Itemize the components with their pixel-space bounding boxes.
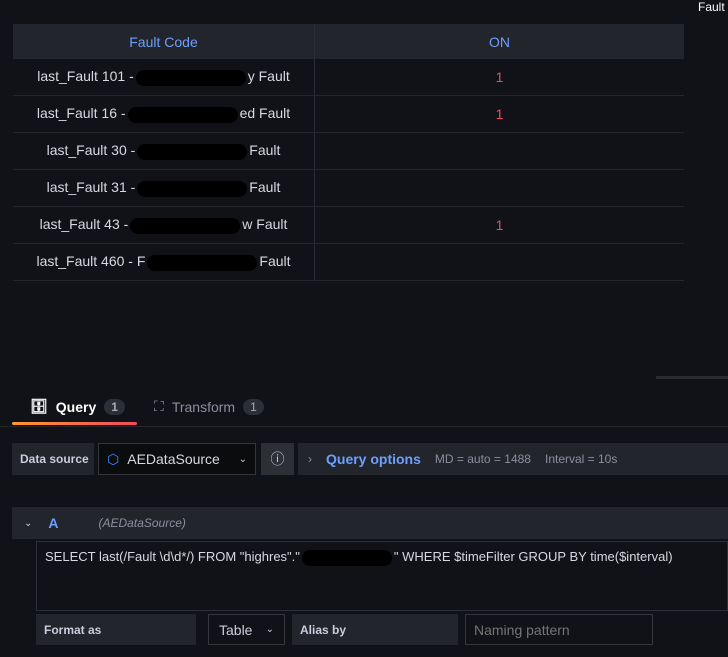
column-header-on[interactable]: ON (314, 24, 684, 59)
fault-table: Fault Code ON last_Fault 101 -y Fault 1 la… (13, 24, 684, 281)
query-options-toggle[interactable]: › Query options MD = auto = 1488 Interva… (298, 443, 728, 475)
table-row: last_Fault 460 - F Fault (13, 243, 684, 281)
alias-input[interactable] (465, 614, 653, 645)
fault-suffix: Fault (249, 142, 281, 159)
active-tab-indicator (12, 422, 137, 425)
sql-text: " WHERE $timeFilter GROUP BY time($inter… (393, 549, 673, 564)
sql-text: SELECT last(/Fault \d\d*/) FROM "highres… (45, 549, 300, 564)
tab-transform[interactable]: ⛶ Transform 1 (154, 398, 264, 415)
table-row: last_Fault 16 - ed Fault 1 (13, 95, 684, 133)
horizontal-scrollbar[interactable] (656, 376, 728, 379)
tab-query[interactable]: 🗄 Query 1 (30, 398, 125, 415)
redaction (135, 69, 246, 86)
column-header-fault-code[interactable]: Fault Code (13, 24, 315, 59)
fault-suffix: w Fault (242, 216, 288, 233)
on-cell (314, 169, 684, 207)
chevron-right-icon: › (308, 452, 312, 466)
tab-label: Transform (171, 398, 236, 415)
data-source-value: AEDataSource (127, 451, 220, 467)
query-row-header[interactable]: ⌄ A (AEDataSource) (12, 507, 728, 539)
question-icon: ⓘ (270, 451, 285, 467)
max-data-points: MD = auto = 1488 (434, 452, 531, 466)
fault-code-cell: last_Fault 16 - ed Fault (13, 95, 315, 133)
fault-code-cell: last_Fault 30 - Fault (13, 132, 315, 170)
redaction (127, 106, 238, 123)
fault-prefix: last_Fault 101 - (37, 68, 134, 85)
tab-count-badge: 1 (243, 398, 264, 415)
query-editor[interactable]: SELECT last(/Fault \d\d*/) FROM "highres… (36, 541, 728, 611)
redaction (301, 549, 392, 566)
on-cell (314, 132, 684, 170)
on-cell (314, 243, 684, 281)
redaction (137, 143, 248, 160)
on-cell: 1 (314, 59, 684, 96)
tab-count-badge: 1 (104, 398, 125, 415)
fault-code-cell: last_Fault 43 - w Fault (13, 206, 315, 244)
alias-by-label: Alias by (292, 614, 458, 645)
divider (0, 426, 728, 427)
table-row: last_Fault 101 - y Fault 1 (13, 59, 684, 96)
fault-prefix: last_Fault 16 - (36, 105, 126, 122)
table-row: last_Fault 43 - w Fault 1 (13, 206, 684, 244)
chevron-down-icon[interactable]: ⌄ (24, 518, 32, 529)
chevron-down-icon: ⌄ (238, 453, 247, 465)
transform-icon: ⛶ (154, 398, 164, 414)
data-source-picker[interactable]: ⬡ AEDataSource ⌄ (98, 443, 256, 475)
table-row: last_Fault 31 - Fault (13, 169, 684, 207)
on-cell: 1 (314, 95, 684, 133)
on-cell: 1 (314, 206, 684, 244)
redaction (137, 180, 248, 197)
table-row: last_Fault 30 - Fault (13, 132, 684, 170)
fault-suffix: ed Fault (239, 105, 291, 122)
database-icon: 🗄 (30, 398, 48, 414)
fault-suffix: Fault (259, 253, 291, 270)
fault-prefix: last_Fault 31 - (46, 179, 136, 196)
fault-code-cell: last_Fault 101 - y Fault (13, 59, 315, 96)
help-button[interactable]: ⓘ (261, 443, 294, 475)
fault-suffix: Fault (249, 179, 281, 196)
tab-label: Query (55, 398, 97, 415)
fault-suffix: y Fault (247, 68, 290, 85)
datasource-icon: ⬡ (107, 450, 120, 467)
redaction (130, 217, 241, 234)
fault-prefix: last_Fault 460 - F (36, 253, 146, 270)
interval: Interval = 10s (544, 452, 618, 466)
fault-code-cell: last_Fault 460 - F Fault (13, 243, 315, 281)
data-source-label: Data source (12, 443, 94, 475)
chevron-down-icon: ⌄ (265, 624, 274, 635)
query-ref-id: A (48, 515, 59, 531)
format-as-label: Format as (36, 614, 196, 645)
fault-prefix: last_Fault 30 - (46, 142, 136, 159)
query-datasource: (AEDataSource) (98, 516, 186, 530)
panel-title-fragment: Fault (698, 0, 725, 14)
fault-code-cell: last_Fault 31 - Fault (13, 169, 315, 207)
redaction (147, 254, 258, 271)
format-select[interactable]: Table ⌄ (208, 614, 285, 645)
format-value: Table (219, 621, 253, 638)
query-options-label: Query options (326, 451, 421, 467)
fault-prefix: last_Fault 43 - (39, 216, 129, 233)
